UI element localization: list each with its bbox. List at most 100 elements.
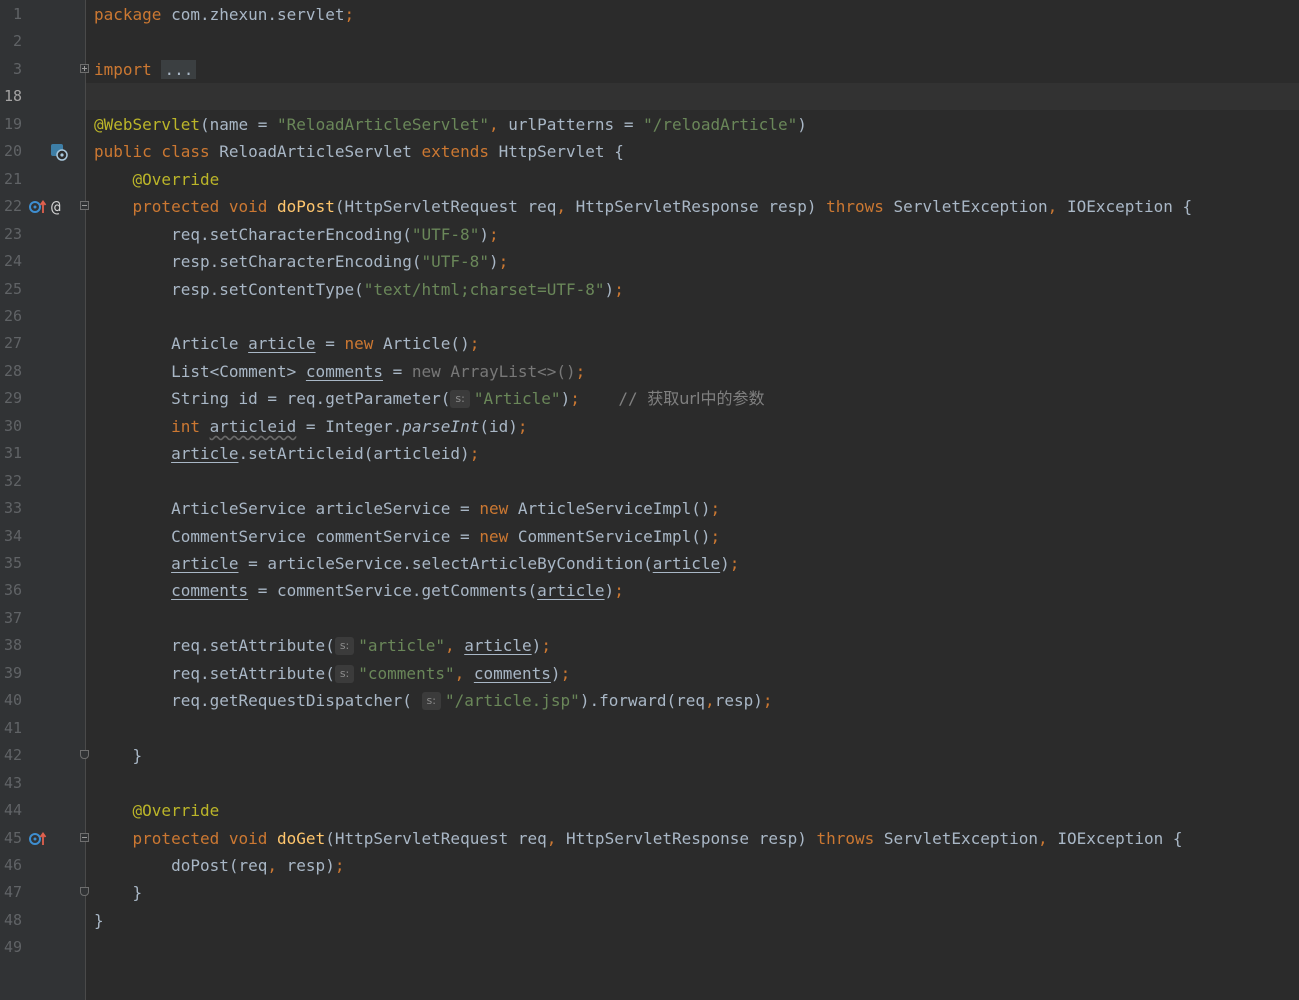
line-number: 39	[3, 663, 22, 682]
line-number: 38	[3, 636, 22, 655]
code-line[interactable]: 38 req.setAttribute(s: "article", article…	[0, 632, 1299, 659]
code-line[interactable]: 29 String id = req.getParameter(s: "Artic…	[0, 385, 1299, 412]
code-text[interactable]: protected void doGet(HttpServletRequest …	[94, 825, 1183, 852]
code-line[interactable]: 45 protected void doGet(HttpServletReque…	[0, 825, 1299, 852]
code-line[interactable]: 36 comments = commentService.getComments…	[0, 577, 1299, 604]
code-token: HttpServletResponse resp)	[566, 828, 817, 848]
code-line[interactable]: 35 article = articleService.selectArticl…	[0, 550, 1299, 577]
code-line[interactable]: 2	[0, 28, 1299, 55]
servlet-icon[interactable]	[50, 143, 68, 161]
code-line[interactable]: 48}	[0, 907, 1299, 934]
line-number: 44	[3, 801, 22, 820]
code-line[interactable]: 25 resp.setContentType("text/html;charse…	[0, 276, 1299, 303]
code-line[interactable]: 49	[0, 934, 1299, 961]
at-icon[interactable]: @	[51, 198, 61, 215]
code-text[interactable]: import ...	[94, 56, 197, 83]
code-text[interactable]: List<Comment> comments = new ArrayList<>…	[94, 358, 585, 385]
code-text[interactable]: ArticleService articleService = new Arti…	[94, 495, 720, 522]
code-line[interactable]: 31 article.setArticleid(articleid);	[0, 440, 1299, 467]
line-number: 20	[3, 142, 22, 161]
code-line[interactable]: 22 @ protected void doPost(HttpServletReq…	[0, 193, 1299, 220]
code-line[interactable]: 40 req.getRequestDispatcher( s: "/article…	[0, 687, 1299, 714]
code-text[interactable]: doPost(req, resp);	[94, 852, 344, 879]
code-text[interactable]: public class ReloadArticleServlet extend…	[94, 138, 624, 165]
code-token: doGet	[277, 828, 326, 848]
code-token: )	[604, 279, 615, 299]
code-line[interactable]: 32	[0, 468, 1299, 495]
code-text[interactable]: article = articleService.selectArticleBy…	[94, 550, 739, 577]
code-text[interactable]: @WebServlet(name = "ReloadArticleServlet…	[94, 111, 807, 138]
override-up-icon[interactable]	[28, 830, 48, 847]
fold-collapse-icon[interactable]	[80, 887, 89, 897]
code-line[interactable]: 42 }	[0, 742, 1299, 769]
code-text[interactable]: req.setAttribute(s: "comments", comments)…	[94, 660, 570, 687]
code-token: ;	[560, 663, 571, 683]
code-line[interactable]: 30 int articleid = Integer.parseInt(id);	[0, 413, 1299, 440]
code-line[interactable]: 27 Article article = new Article();	[0, 330, 1299, 357]
code-text[interactable]: resp.setContentType("text/html;charset=U…	[94, 276, 624, 303]
code-line[interactable]: 3 import ...	[0, 56, 1299, 83]
code-text[interactable]: protected void doPost(HttpServletRequest…	[94, 193, 1193, 220]
code-text[interactable]: req.setCharacterEncoding("UTF-8");	[94, 221, 499, 248]
code-line[interactable]: 18	[0, 83, 1299, 110]
code-text[interactable]: Article article = new Article();	[94, 330, 479, 357]
code-line[interactable]: 33 ArticleService articleService = new A…	[0, 495, 1299, 522]
code-line[interactable]: 20 public class ReloadArticleServlet exte…	[0, 138, 1299, 165]
code-line[interactable]: 46 doPost(req, resp);	[0, 852, 1299, 879]
code-token: req.setAttribute(	[94, 636, 335, 656]
line-number: 46	[3, 855, 22, 874]
override-up-icon[interactable]	[28, 198, 48, 215]
code-text[interactable]: comments = commentService.getComments(ar…	[94, 577, 624, 604]
code-line[interactable]: 19 @WebServlet(name = "ReloadArticleServl…	[0, 111, 1299, 138]
code-text[interactable]: }	[94, 742, 143, 769]
fold-collapse-icon[interactable]	[80, 201, 89, 211]
code-text[interactable]: req.getRequestDispatcher( s: "/article.js…	[94, 687, 773, 714]
code-token: )	[488, 252, 499, 272]
code-line[interactable]: 23 req.setCharacterEncoding("UTF-8");	[0, 221, 1299, 248]
code-line[interactable]: 41	[0, 715, 1299, 742]
code-editor[interactable]: 1 package com.zhexun.servlet; 2 3 import ...…	[0, 0, 1299, 1000]
code-text[interactable]: @Override	[94, 797, 220, 824]
folded-imports-chip[interactable]: ...	[161, 59, 197, 79]
code-text[interactable]: String id = req.getParameter(s: "Article"…	[94, 385, 764, 412]
code-token: ,	[454, 663, 474, 683]
code-text[interactable]: req.setAttribute(s: "article", article);	[94, 632, 551, 659]
code-line[interactable]: 43	[0, 770, 1299, 797]
code-token: req.getRequestDispatcher(	[94, 691, 422, 711]
code-text[interactable]: article.setArticleid(articleid);	[94, 440, 479, 467]
code-line[interactable]: 24 resp.setCharacterEncoding("UTF-8");	[0, 248, 1299, 275]
code-text[interactable]: package com.zhexun.servlet;	[94, 1, 354, 28]
fold-expand-icon[interactable]	[80, 63, 89, 73]
code-text[interactable]: resp.setCharacterEncoding("UTF-8");	[94, 248, 508, 275]
code-line[interactable]: 47 }	[0, 879, 1299, 906]
code-token: )	[604, 581, 615, 601]
code-token: "UTF-8"	[411, 224, 480, 244]
code-token: }	[94, 746, 143, 766]
code-text[interactable]: CommentService commentService = new Comm…	[94, 523, 720, 550]
code-line[interactable]: 39 req.setAttribute(s: "comments", commen…	[0, 660, 1299, 687]
code-token: ReloadArticleServlet	[219, 142, 422, 162]
code-token: @Override	[132, 169, 220, 189]
code-token: req.setAttribute(	[94, 663, 335, 683]
code-token: public class	[94, 142, 220, 162]
code-token: ;	[334, 855, 345, 875]
fold-collapse-icon[interactable]	[80, 750, 89, 760]
line-number: 24	[3, 252, 22, 271]
code-token: "/reloadArticle"	[643, 114, 798, 134]
line-number: 33	[3, 499, 22, 518]
code-token: resp)	[286, 855, 335, 875]
code-line[interactable]: 37	[0, 605, 1299, 632]
code-line[interactable]: 21 @Override	[0, 166, 1299, 193]
code-text[interactable]: @Override	[94, 166, 220, 193]
code-line[interactable]: 1 package com.zhexun.servlet;	[0, 1, 1299, 28]
fold-collapse-icon[interactable]	[80, 832, 89, 842]
code-line[interactable]: 28 List<Comment> comments = new ArrayLis…	[0, 358, 1299, 385]
code-line[interactable]: 34 CommentService commentService = new C…	[0, 523, 1299, 550]
code-text[interactable]: }	[94, 879, 143, 906]
code-text[interactable]: int articleid = Integer.parseInt(id);	[94, 413, 527, 440]
code-text[interactable]: }	[94, 907, 104, 934]
code-token: new	[479, 499, 518, 519]
code-line[interactable]: 44 @Override	[0, 797, 1299, 824]
code-line[interactable]: 26	[0, 303, 1299, 330]
